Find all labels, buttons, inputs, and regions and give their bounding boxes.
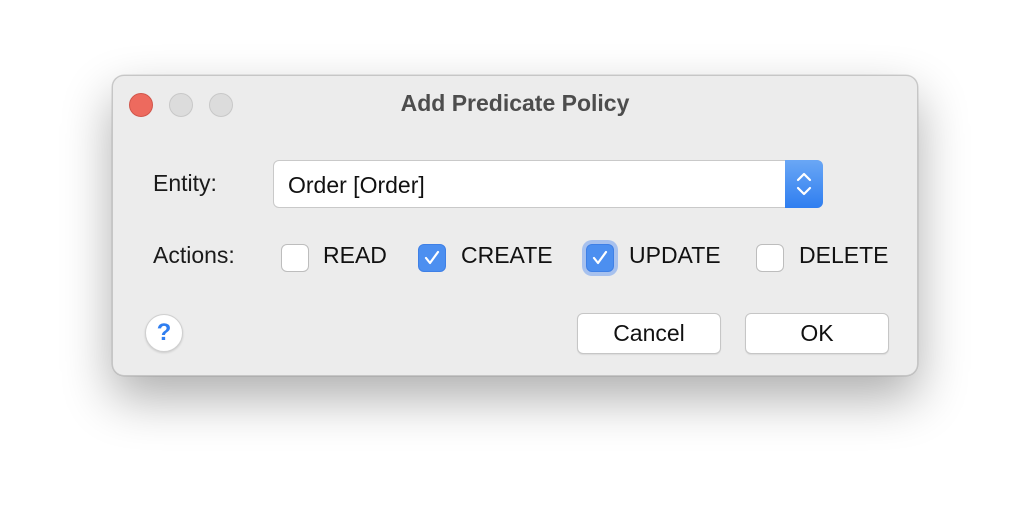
ok-button[interactable]: OK — [745, 313, 889, 354]
dialog-title: Add Predicate Policy — [400, 90, 630, 116]
delete-label[interactable]: DELETE — [799, 242, 888, 269]
read-label[interactable]: READ — [323, 242, 387, 269]
update-checkbox[interactable] — [586, 244, 614, 272]
chevron-up-down-icon — [796, 172, 812, 196]
entity-select-value: Order [Order] — [288, 172, 425, 198]
entity-label: Entity: — [153, 170, 217, 196]
read-checkbox[interactable] — [281, 244, 309, 272]
entity-select[interactable]: Order [Order] — [273, 160, 823, 208]
help-button[interactable]: ? — [145, 314, 183, 352]
actions-label: Actions: — [153, 242, 235, 268]
create-checkbox[interactable] — [418, 244, 446, 272]
dialog-window: Add Predicate Policy Entity: Order [Orde… — [112, 75, 918, 376]
update-label[interactable]: UPDATE — [629, 242, 721, 269]
create-label[interactable]: CREATE — [461, 242, 553, 269]
checkmark-icon — [424, 250, 440, 265]
help-icon: ? — [156, 319, 172, 346]
select-stepper[interactable] — [785, 160, 823, 208]
delete-checkbox[interactable] — [756, 244, 784, 272]
checkmark-icon — [592, 250, 608, 265]
cancel-button[interactable]: Cancel — [577, 313, 721, 354]
